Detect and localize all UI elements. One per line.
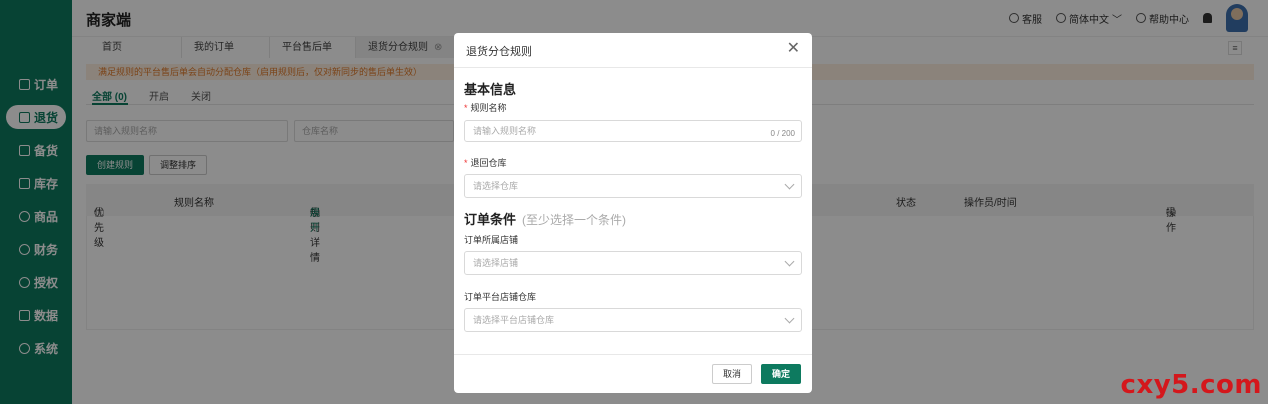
rule-name-label: * 规则名称 [464,103,507,113]
platform-warehouse-select[interactable]: 请选择平台店铺仓库 [464,308,802,332]
close-icon[interactable]: ✕ [787,38,800,58]
return-rule-dialog: 退货分仓规则 ✕ 基本信息 * 规则名称 请输入规则名称 0 / 200 * 退回仓库… [454,33,812,393]
chevron-down-icon [784,256,795,267]
required-mark: * [464,158,468,168]
rule-name-input[interactable]: 请输入规则名称 0 / 200 [464,120,802,142]
warehouse-label: * 退回仓库 [464,158,507,168]
site-watermark: cxy5.com [1120,370,1262,400]
order-conditions-heading: 订单条件 (至少选择一个条件) [464,212,627,227]
shop-label: 订单所属店铺 [464,235,519,245]
platform-warehouse-label: 订单平台店铺仓库 [464,292,537,302]
divider [454,354,812,355]
basic-info-heading: 基本信息 [464,82,517,97]
confirm-button[interactable]: 确定 [761,364,802,384]
dialog-title: 退货分仓规则 [466,46,532,58]
divider [454,67,812,68]
chevron-down-icon [784,179,795,190]
chevron-down-icon [784,313,795,324]
conditions-hint: (至少选择一个条件) [522,213,627,227]
warehouse-select[interactable]: 请选择仓库 [464,174,802,198]
char-counter: 0 / 200 [770,129,795,138]
cancel-button[interactable]: 取消 [712,364,753,384]
required-mark: * [464,103,468,113]
shop-select[interactable]: 请选择店铺 [464,251,802,275]
